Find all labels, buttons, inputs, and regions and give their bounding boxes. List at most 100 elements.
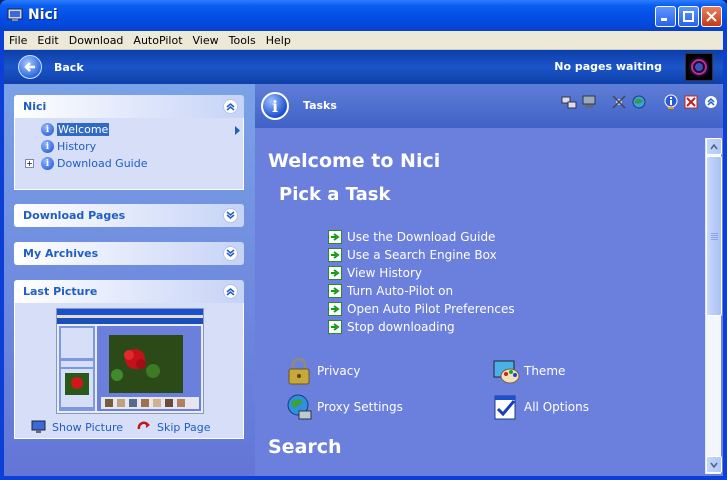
info-small-icon[interactable] xyxy=(663,94,679,110)
collapse-up-icon[interactable] xyxy=(703,94,719,110)
panel-title: Last Picture xyxy=(23,285,98,298)
tree-item-label: History xyxy=(57,140,97,153)
satellite-icon[interactable] xyxy=(611,94,627,110)
nici-panel-body: i Welcome i History + i Download Guide xyxy=(14,118,244,190)
show-picture-link[interactable]: Show Picture xyxy=(31,420,123,434)
proxy-settings-option[interactable]: Proxy Settings xyxy=(284,392,403,422)
skip-page-link[interactable]: Skip Page xyxy=(137,420,211,434)
last-picture-header[interactable]: Last Picture xyxy=(14,280,244,303)
menu-help[interactable]: Help xyxy=(261,34,296,47)
green-arrow-icon xyxy=(328,248,342,262)
fullscreen-icon[interactable] xyxy=(683,94,699,110)
tree-item-welcome[interactable]: i Welcome xyxy=(41,121,243,138)
menu-tools[interactable]: Tools xyxy=(224,34,261,47)
search-heading: Search xyxy=(268,436,342,458)
theme-option[interactable]: Theme xyxy=(491,356,565,386)
app-window: Nici File Edit Download AutoPilot View T… xyxy=(0,0,727,480)
task-view-history[interactable]: View History xyxy=(328,264,515,282)
status-text: No pages waiting xyxy=(554,60,662,73)
close-button[interactable] xyxy=(701,6,722,27)
menu-view[interactable]: View xyxy=(188,34,224,47)
activity-orb-icon xyxy=(685,53,713,81)
tree-item-download-guide[interactable]: + i Download Guide xyxy=(25,155,243,172)
maximize-button[interactable] xyxy=(678,6,699,27)
green-arrow-icon xyxy=(328,320,342,334)
all-options-label: All Options xyxy=(524,400,589,414)
vertical-scrollbar[interactable] xyxy=(705,138,722,474)
padlock-icon xyxy=(284,356,314,386)
task-use-download-guide[interactable]: Use the Download Guide xyxy=(328,228,515,246)
window-title: Nici xyxy=(28,7,58,23)
task-use-search-engine-box[interactable]: Use a Search Engine Box xyxy=(328,246,515,264)
tree-item-history[interactable]: i History xyxy=(41,138,243,155)
minimize-button[interactable] xyxy=(655,6,676,27)
task-label: Turn Auto-Pilot on xyxy=(347,284,454,298)
green-arrow-icon xyxy=(328,230,342,244)
welcome-heading: Welcome to Nici xyxy=(268,150,441,172)
menu-autopilot[interactable]: AutoPilot xyxy=(128,34,187,47)
scroll-thumb[interactable] xyxy=(706,156,722,316)
menu-bar: File Edit Download AutoPilot View Tools … xyxy=(4,31,723,50)
last-picture-panel: Last Picture Show Picture Skip Page xyxy=(14,280,244,439)
info-icon: i xyxy=(261,92,289,120)
all-options-option[interactable]: All Options xyxy=(491,392,589,422)
computers-icon[interactable] xyxy=(581,94,597,110)
title-bar[interactable]: Nici xyxy=(0,0,727,31)
back-arrow-icon xyxy=(18,55,42,79)
collapse-up-icon[interactable] xyxy=(223,284,238,299)
green-arrow-icon xyxy=(328,284,342,298)
info-icon: i xyxy=(41,140,54,153)
theme-label: Theme xyxy=(524,364,566,378)
task-label: Open Auto Pilot Preferences xyxy=(347,302,515,316)
task-open-autopilot-preferences[interactable]: Open Auto Pilot Preferences xyxy=(328,300,515,318)
task-pane: i Tasks Welcome to Nici Pick a Task Use … xyxy=(255,84,723,476)
menu-download[interactable]: Download xyxy=(64,34,129,47)
nici-panel: Nici i Welcome i History + i Download Gu… xyxy=(14,95,244,190)
chevron-right-icon xyxy=(234,125,241,139)
task-label: Use the Download Guide xyxy=(347,230,496,244)
expand-down-icon[interactable] xyxy=(223,246,238,261)
show-picture-label: Show Picture xyxy=(52,420,124,434)
network-icon[interactable] xyxy=(561,94,577,110)
download-pages-header[interactable]: Download Pages xyxy=(14,204,244,227)
last-picture-thumbnail[interactable] xyxy=(56,308,204,414)
toolbar-icons xyxy=(561,94,719,110)
privacy-option[interactable]: Privacy xyxy=(284,356,360,386)
info-icon: i xyxy=(41,123,54,136)
green-arrow-icon xyxy=(328,302,342,316)
app-icon xyxy=(7,7,23,23)
skip-arrow-icon xyxy=(137,421,150,430)
tree-item-label: Welcome xyxy=(57,123,110,136)
scroll-up-button[interactable] xyxy=(706,138,722,155)
privacy-label: Privacy xyxy=(317,364,361,378)
proxy-settings-label: Proxy Settings xyxy=(317,400,403,414)
task-label: View History xyxy=(347,266,422,280)
pick-task-heading: Pick a Task xyxy=(279,184,391,205)
task-content: Welcome to Nici Pick a Task Use the Down… xyxy=(255,128,705,476)
panel-title: My Archives xyxy=(23,247,99,260)
panel-title: Nici xyxy=(23,100,47,113)
scroll-down-button[interactable] xyxy=(706,456,722,473)
task-turn-autopilot-on[interactable]: Turn Auto-Pilot on xyxy=(328,282,515,300)
globe-network-icon xyxy=(284,392,314,422)
expand-icon[interactable]: + xyxy=(25,159,34,168)
monitor-icon xyxy=(31,420,46,433)
tasks-label: Tasks xyxy=(303,99,337,112)
info-icon: i xyxy=(41,157,54,170)
task-list: Use the Download Guide Use a Search Engi… xyxy=(328,228,515,336)
task-stop-downloading[interactable]: Stop downloading xyxy=(328,318,515,336)
skip-page-label: Skip Page xyxy=(157,420,211,434)
panel-title: Download Pages xyxy=(23,209,126,222)
expand-down-icon[interactable] xyxy=(223,208,238,223)
my-archives-header[interactable]: My Archives xyxy=(14,242,244,265)
globe-icon[interactable] xyxy=(631,94,647,110)
menu-edit[interactable]: Edit xyxy=(32,34,63,47)
my-archives-panel: My Archives xyxy=(14,242,244,265)
back-label: Back xyxy=(54,60,84,74)
back-button[interactable]: Back xyxy=(18,54,100,80)
collapse-up-icon[interactable] xyxy=(223,99,238,114)
menu-file[interactable]: File xyxy=(4,34,32,47)
task-label: Stop downloading xyxy=(347,320,455,334)
tasks-header: i Tasks xyxy=(255,84,723,128)
nici-panel-header[interactable]: Nici xyxy=(14,95,244,118)
